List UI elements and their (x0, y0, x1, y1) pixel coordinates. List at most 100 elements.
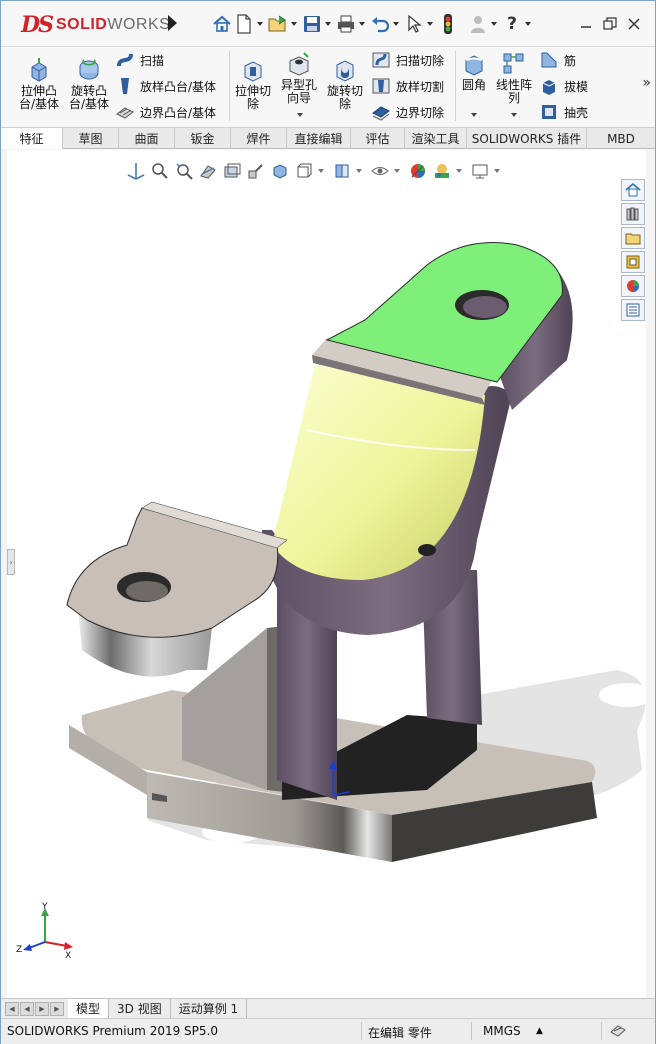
new-document-icon[interactable] (233, 13, 255, 35)
triad-y-label: Y (41, 902, 48, 912)
rebuild-traffic-light-icon[interactable] (437, 13, 459, 35)
tab-sheet-metal[interactable]: 钣金 (175, 128, 231, 149)
sweep-cut-button[interactable]: 扫描切除 (371, 49, 444, 71)
loft-cut-button[interactable]: 放样切割 (371, 75, 444, 97)
tab-render-tools[interactable]: 渲染工具 (405, 128, 467, 149)
status-separator (361, 1022, 362, 1040)
tab-direct-editing[interactable]: 直接编辑 (287, 128, 351, 149)
next-tab-icon[interactable]: ▶ (35, 1001, 49, 1016)
fillet-button[interactable]: 圆角 (457, 51, 491, 117)
tab-surfaces[interactable]: 曲面 (119, 128, 175, 149)
boundary-cut-label: 边界切除 (396, 105, 445, 120)
extrude-cut-label: 拉伸切 除 (234, 84, 271, 111)
fillet-icon (465, 55, 483, 76)
close-icon[interactable] (623, 13, 645, 35)
save-icon[interactable] (301, 13, 323, 35)
ribbon-separator (229, 51, 230, 121)
draft-button[interactable]: 拔模 (539, 75, 588, 97)
new-dropdown-icon[interactable] (257, 22, 263, 26)
last-tab-icon[interactable]: ▶ (50, 1001, 64, 1016)
tab-solidworks-addins[interactable]: SOLIDWORKS 插件 (467, 128, 587, 149)
status-separator (601, 1022, 602, 1040)
status-mode: 在编辑 零件 (368, 1026, 432, 1040)
design-library-icon[interactable] (621, 203, 645, 225)
revolve-cut-label: 旋转切 除 (326, 84, 363, 111)
view-palette-icon[interactable] (621, 251, 645, 273)
custom-properties-icon[interactable] (621, 299, 645, 321)
logo-brand: SOLIDWORKS (55, 16, 171, 33)
select-cursor-icon[interactable] (403, 13, 425, 35)
boundary-cut-icon (372, 106, 390, 121)
select-dropdown-icon[interactable] (427, 22, 433, 26)
ribbon-more-chevron-icon[interactable]: » (642, 75, 651, 91)
tab-weldments[interactable]: 焊件 (231, 128, 287, 149)
status-bar: SOLIDWORKS Premium 2019 SP5.0 在编辑 零件 MMG… (1, 1018, 655, 1044)
hole-wizard-icon (289, 52, 309, 76)
draft-label: 拔模 (564, 79, 589, 94)
home-icon[interactable] (211, 13, 233, 35)
linear-pattern-dropdown-icon[interactable] (511, 113, 517, 117)
tab-features[interactable]: 特征 (1, 128, 63, 149)
sweep-label: 扫描 (140, 53, 165, 68)
help-dropdown-icon[interactable] (525, 22, 531, 26)
restore-icon[interactable] (599, 13, 621, 35)
loft-cut-label: 放样切割 (396, 79, 445, 94)
prev-tab-icon[interactable]: ◀ (20, 1001, 34, 1016)
undo-dropdown-icon[interactable] (393, 22, 399, 26)
status-options-icon[interactable] (609, 1022, 627, 1041)
boundary-boss-button[interactable]: 边界凸台/基体 (115, 101, 216, 123)
open-folder-icon[interactable] (267, 13, 289, 35)
tab-motion-study-1[interactable]: 运动算例 1 (171, 999, 248, 1018)
revolve-cut-button[interactable]: 旋转切 除 (323, 57, 367, 111)
sweep-button[interactable]: 扫描 (115, 49, 164, 71)
hole-wizard-dropdown-icon[interactable] (297, 113, 303, 117)
loft-cut-icon (372, 78, 390, 94)
tab-sketch[interactable]: 草图 (63, 128, 119, 149)
lower-flange-hole-inner (126, 581, 168, 601)
hole-wizard-button[interactable]: 异型孔 向导 (277, 51, 321, 117)
solidworks-logo[interactable]: DS SOLIDWORKS (21, 9, 170, 41)
tab-3d-views[interactable]: 3D 视图 (109, 999, 171, 1018)
tab-evaluate[interactable]: 评估 (351, 128, 405, 149)
appearances-scenes-icon[interactable] (621, 275, 645, 297)
extrude-cut-button[interactable]: 拉伸切 除 (231, 57, 275, 111)
user-dropdown-icon[interactable] (491, 22, 497, 26)
extrude-boss-icon (31, 58, 47, 82)
file-explorer-icon[interactable] (621, 227, 645, 249)
menu-flyout-arrow-icon[interactable] (168, 15, 177, 31)
print-icon[interactable] (335, 13, 357, 35)
extrude-boss-button[interactable]: 拉伸凸 台/基体 (15, 57, 63, 111)
rib-button[interactable]: 筋 (539, 49, 576, 71)
user-account-icon[interactable] (467, 13, 489, 35)
help-icon[interactable]: ? (501, 13, 523, 35)
unit-system-selector[interactable]: MMGS (483, 1024, 521, 1038)
tab-mbd[interactable]: MBD (587, 128, 655, 149)
tab-model[interactable]: 模型 (68, 999, 110, 1018)
fillet-dropdown-icon[interactable] (471, 113, 477, 117)
triad-z-label: Z (16, 945, 22, 955)
revolve-boss-icon (79, 59, 99, 80)
open-dropdown-icon[interactable] (291, 22, 297, 26)
hole-wizard-label: 异型孔 向导 (280, 78, 317, 105)
shell-button[interactable]: 抽壳 (539, 101, 588, 123)
solidworks-resources-icon[interactable] (621, 179, 645, 201)
boundary-cut-button[interactable]: 边界切除 (371, 101, 444, 123)
loft-boss-button[interactable]: 放样凸台/基体 (115, 75, 216, 97)
sweep-cut-icon (372, 52, 390, 68)
first-tab-icon[interactable]: ◀ (5, 1001, 19, 1016)
draft-icon (542, 80, 556, 95)
minimize-icon[interactable] (575, 13, 597, 35)
feature-manager-handle[interactable]: › (7, 549, 15, 575)
graphics-area[interactable]: Y X Z › (7, 150, 646, 998)
revolve-boss-button[interactable]: 旋转凸 台/基体 (65, 57, 113, 111)
bracket-model[interactable] (7, 150, 646, 998)
save-dropdown-icon[interactable] (325, 22, 331, 26)
print-dropdown-icon[interactable] (359, 22, 365, 26)
linear-pattern-button[interactable]: 线性阵 列 (493, 51, 535, 117)
fillet-label: 圆角 (461, 78, 486, 92)
undo-icon[interactable] (369, 13, 391, 35)
linear-pattern-icon (503, 53, 524, 74)
logo-ds: DS (21, 12, 54, 38)
loft-boss-icon (121, 78, 129, 94)
units-up-arrow-icon[interactable]: ▲ (536, 1026, 543, 1036)
